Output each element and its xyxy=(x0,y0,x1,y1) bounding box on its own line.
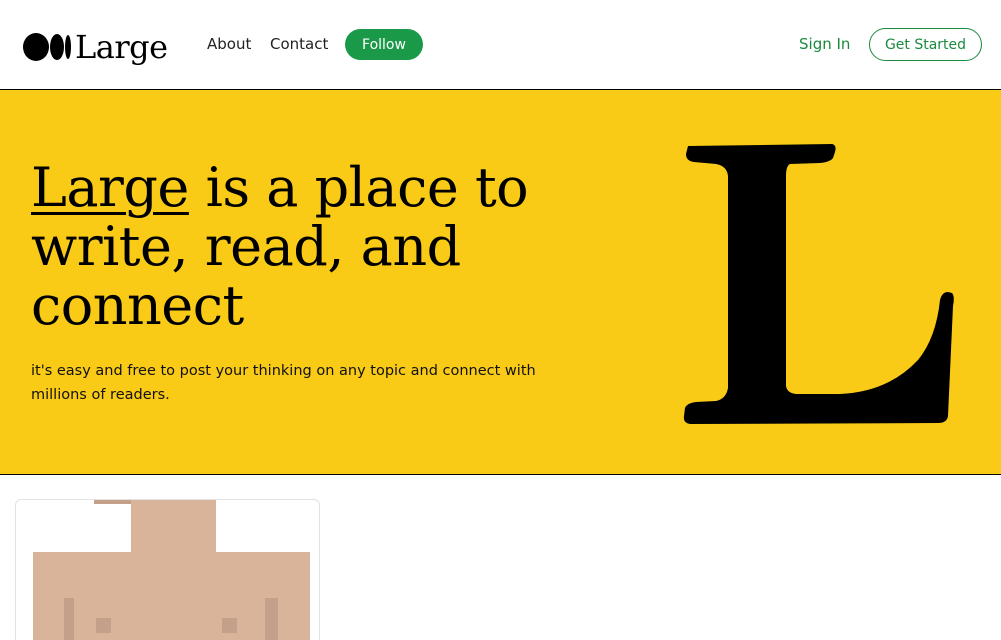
get-started-button[interactable]: Get Started xyxy=(869,28,982,61)
nav-about-link[interactable]: About xyxy=(207,35,251,53)
follow-button[interactable]: Follow xyxy=(345,29,423,60)
hero-banner: Large is a place to write, read, and con… xyxy=(0,90,1001,475)
site-header: Large About Contact Follow Sign In Get S… xyxy=(0,0,1001,90)
logo-link[interactable]: Large xyxy=(23,27,168,67)
pixel-art-figure-icon xyxy=(33,500,310,640)
brand-name: Large xyxy=(75,28,168,66)
hero-subtitle: it's easy and free to post your thinking… xyxy=(31,363,536,403)
large-L-letter-icon xyxy=(683,144,954,424)
hero-title-brand: Large xyxy=(31,156,189,219)
hero-title: Large is a place to write, read, and con… xyxy=(31,158,591,335)
logo-mark-icon xyxy=(23,33,71,61)
nav-contact-link[interactable]: Contact xyxy=(270,35,328,53)
article-card[interactable] xyxy=(15,499,320,640)
sign-in-link[interactable]: Sign In xyxy=(799,35,850,53)
